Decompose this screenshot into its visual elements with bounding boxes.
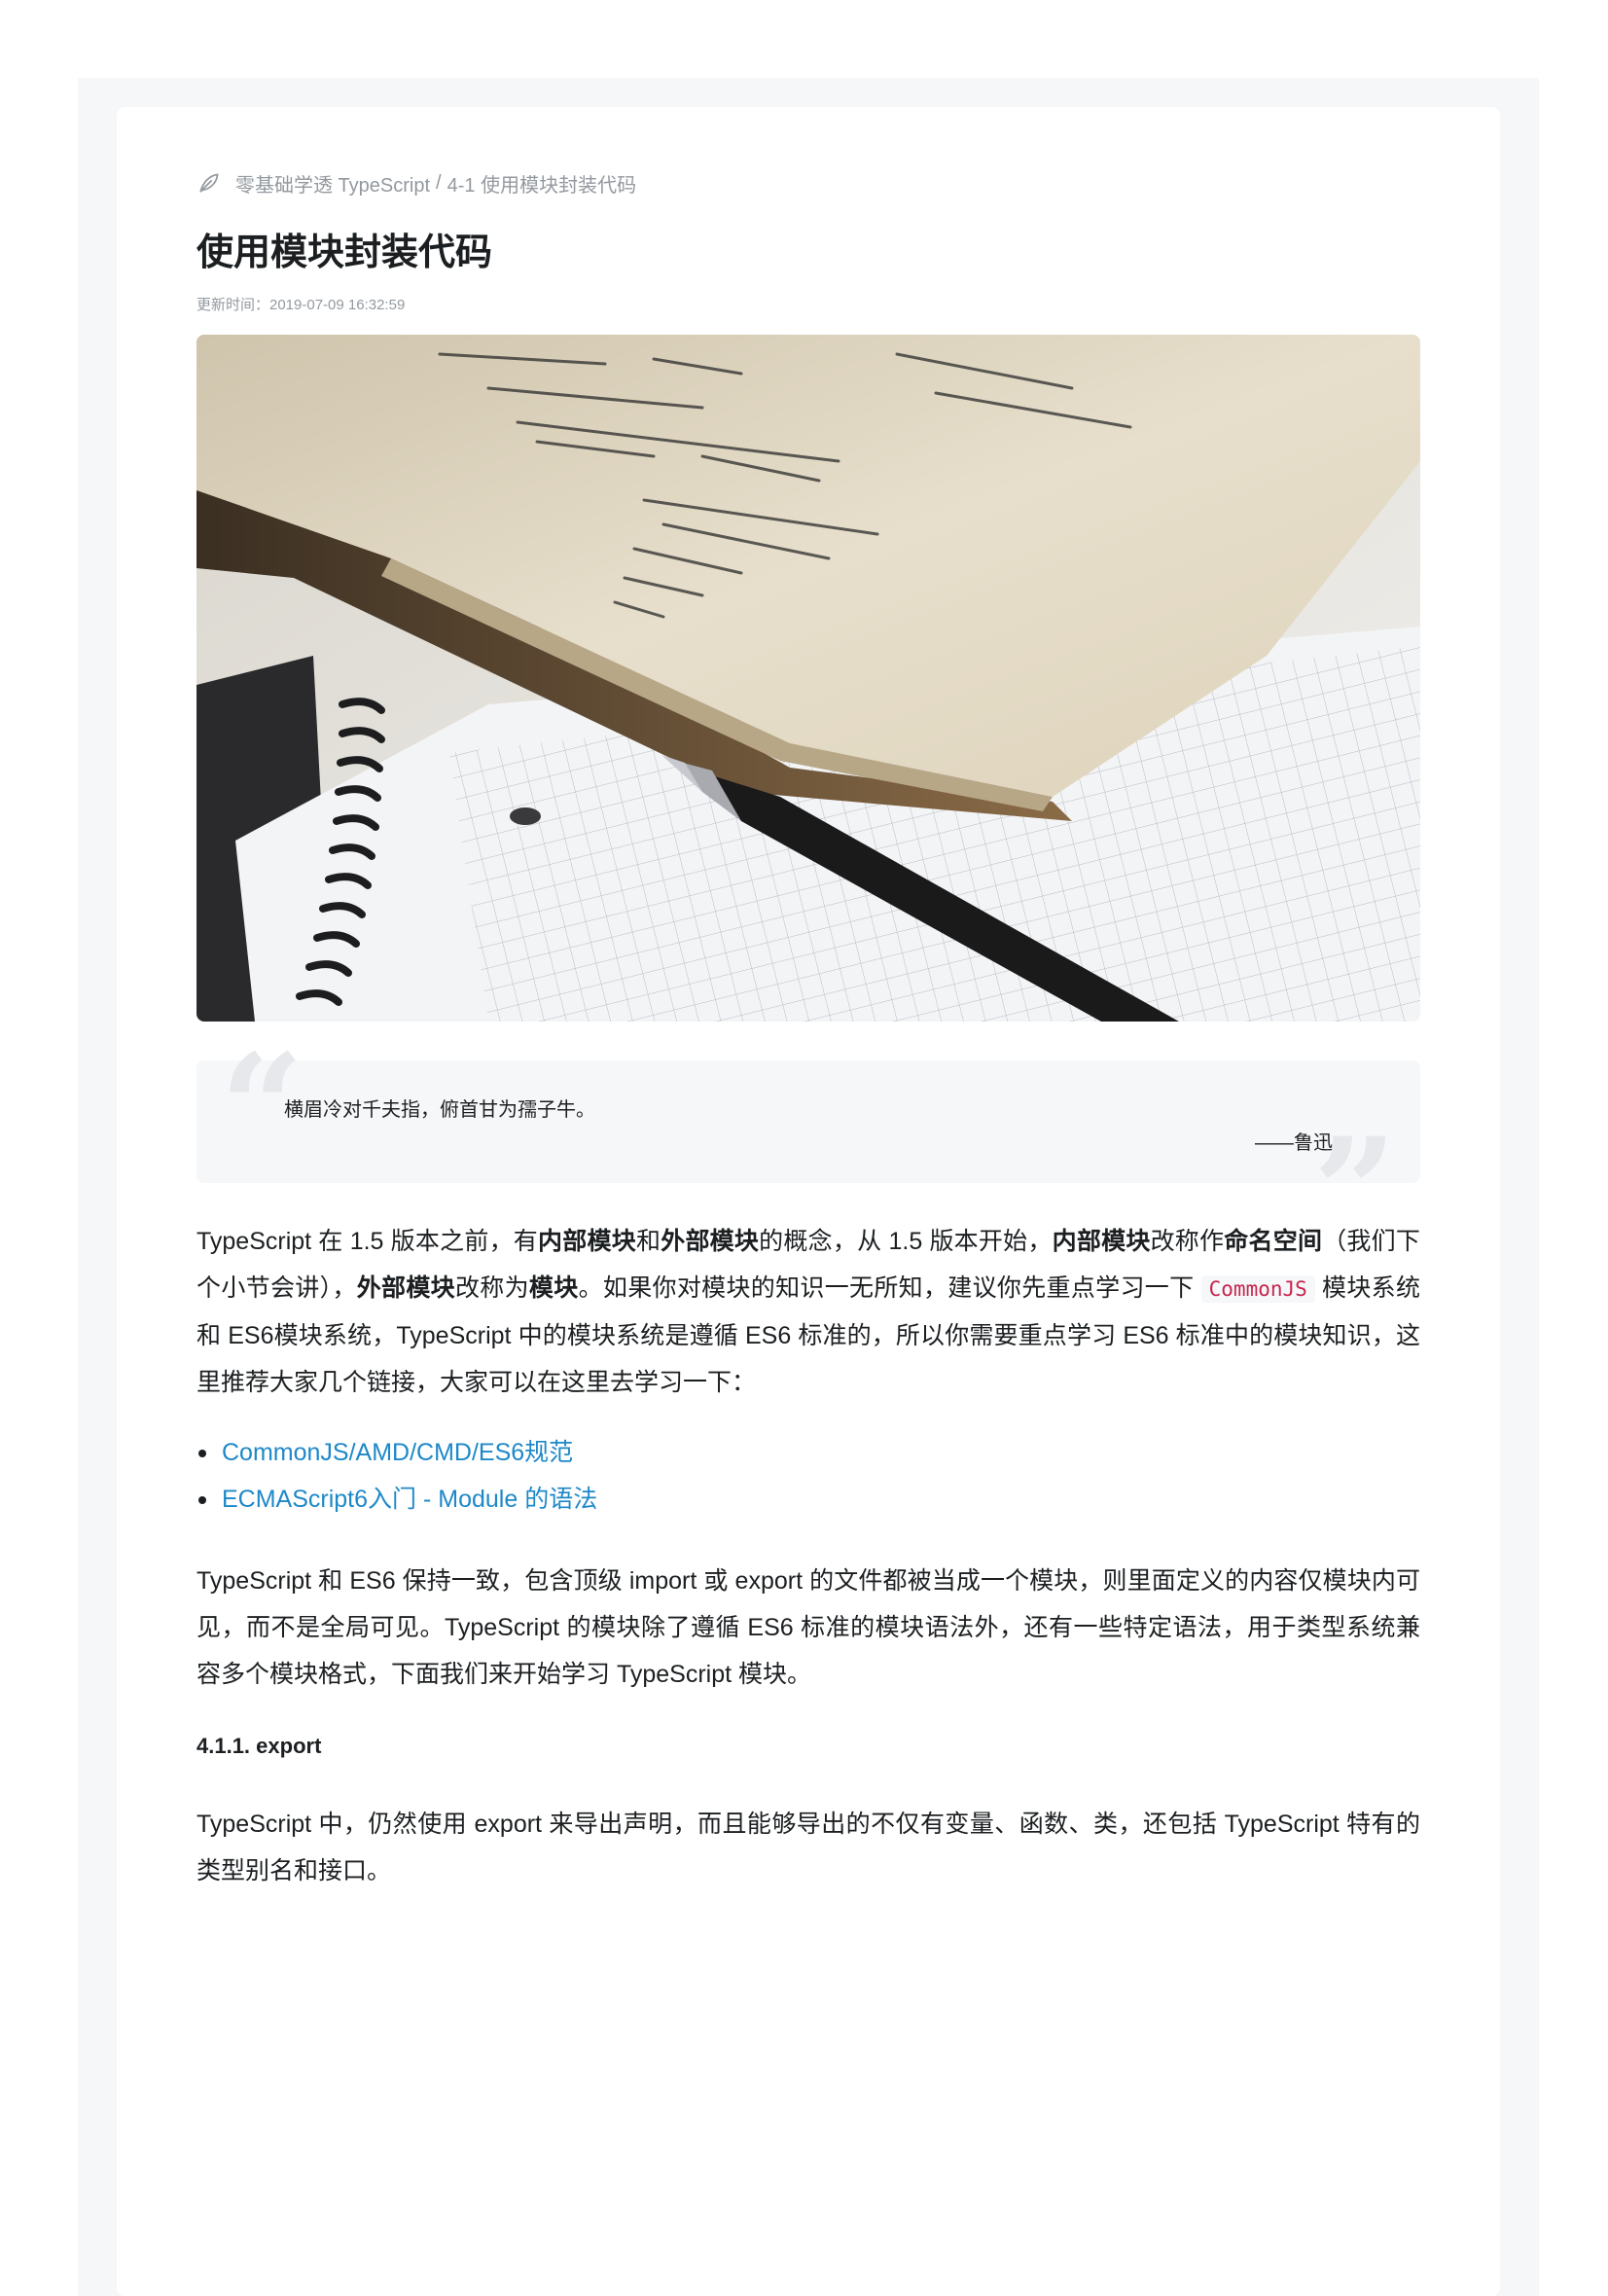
- breadcrumb: 零基础学透 TypeScript / 4-1 使用模块封装代码: [197, 165, 1420, 200]
- leaf-icon: [199, 173, 219, 193]
- breadcrumb-course[interactable]: 零基础学透 TypeScript: [235, 169, 430, 197]
- quote-block: “ ” 横眉冷对千夫指，俯首甘为孺子牛。 ——鲁迅: [197, 1035, 1420, 1265]
- update-time: 更新时间：2019-07-09 16:32:59: [197, 297, 406, 313]
- hero-image: [197, 335, 1420, 1022]
- quote-author: ——鲁迅: [1255, 1132, 1333, 1154]
- module-paragraph: TypeScript 和 ES6 保持一致，包含顶级 import 或 expo…: [197, 1567, 1420, 1688]
- link-es6-module-syntax[interactable]: ECMAScript6入门 - Module 的语法: [222, 1486, 597, 1513]
- breadcrumb-chapter: 4-1 使用模块封装代码: [447, 174, 637, 197]
- section-heading: 4.1.1. export: [197, 1734, 322, 1758]
- breadcrumb-separator: /: [436, 171, 442, 194]
- link-list: CommonJS/AMD/CMD/ES6规范 ECMAScript6入门 - M…: [197, 1429, 1420, 1523]
- article-content: 零基础学透 TypeScript / 4-1 使用模块封装代码 使用模块封装代码…: [197, 165, 1420, 1894]
- list-item: ECMAScript6入门 - Module 的语法: [198, 1476, 1420, 1523]
- quote-text: 横眉冷对千夫指，俯首甘为孺子牛。: [284, 1099, 595, 1121]
- export-paragraph: TypeScript 中，仍然使用 export 来导出声明，而且能够导出的不仅…: [197, 1811, 1420, 1884]
- intro-paragraph: TypeScript 在 1.5 版本之前，有内部模块和外部模块的概念，从 1.…: [197, 1228, 1420, 1396]
- link-commonjs-spec[interactable]: CommonJS/AMD/CMD/ES6规范: [222, 1439, 573, 1466]
- list-item: CommonJS/AMD/CMD/ES6规范: [198, 1429, 1420, 1476]
- inline-code: CommonJS: [1200, 1275, 1315, 1303]
- page-title: 使用模块封装代码: [197, 233, 493, 273]
